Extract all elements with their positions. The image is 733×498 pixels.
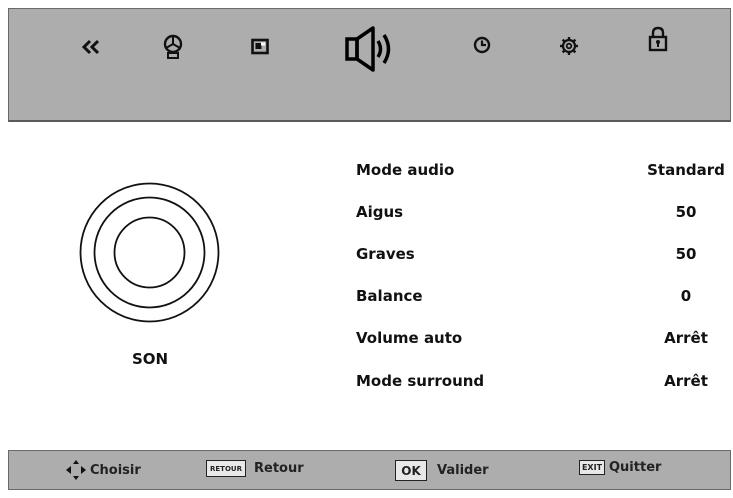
sound-settings-panel: SON Mode audio Standard Aigus 50 Graves … [8,124,731,449]
hint-back: RETOUR Retour [206,460,304,477]
ok-label: Valider [437,463,489,478]
setting-label: Aigus [356,203,404,221]
hint-exit: EXIT Quitter [579,460,661,475]
hint-ok: OK Valider [395,460,489,481]
bottom-hint-bar: Choisir RETOUR Retour OK Valider EXIT Qu… [8,450,731,490]
setting-value: 0 [680,287,692,305]
back-chevrons-icon[interactable] [79,37,105,57]
section-title: SON [131,350,169,368]
exit-key-badge: EXIT [579,460,605,475]
setting-value: Arrêt [664,329,708,347]
back-label: Retour [254,461,304,476]
speaker-cone-icon [76,179,223,326]
setting-label: Volume auto [356,329,463,347]
setting-value: Arrêt [664,372,708,390]
setting-label: Balance [356,287,423,305]
setting-label: Graves [356,245,415,263]
exit-label: Quitter [609,460,662,475]
setting-value: 50 [675,203,697,221]
setting-row-aigus[interactable]: Aigus 50 [356,203,731,229]
tv-menu-screen: SON Mode audio Standard Aigus 50 Graves … [0,0,733,498]
screen-icon[interactable] [249,36,271,58]
setting-row-mode-audio[interactable]: Mode audio Standard [356,161,731,187]
speaker-icon[interactable] [345,24,403,74]
ok-key-badge: OK [395,460,427,481]
hint-choose: Choisir [64,460,141,480]
dpad-arrows-icon [64,460,88,480]
clock-icon[interactable] [471,34,493,56]
setting-label: Mode surround [356,372,485,390]
gear-icon[interactable] [558,35,580,57]
top-menu-bar [8,8,731,122]
choose-label: Choisir [90,462,141,478]
setting-value: 50 [675,245,697,263]
setting-value: Standard [647,161,725,179]
back-key-badge: RETOUR [206,460,246,477]
setting-label: Mode audio [356,161,455,179]
setting-row-graves[interactable]: Graves 50 [356,245,731,271]
setting-row-balance[interactable]: Balance 0 [356,287,731,313]
lock-icon[interactable] [647,25,669,53]
picture-icon[interactable] [161,33,185,61]
setting-row-volume-auto[interactable]: Volume auto Arrêt [356,329,731,355]
setting-row-mode-surround[interactable]: Mode surround Arrêt [356,372,731,398]
